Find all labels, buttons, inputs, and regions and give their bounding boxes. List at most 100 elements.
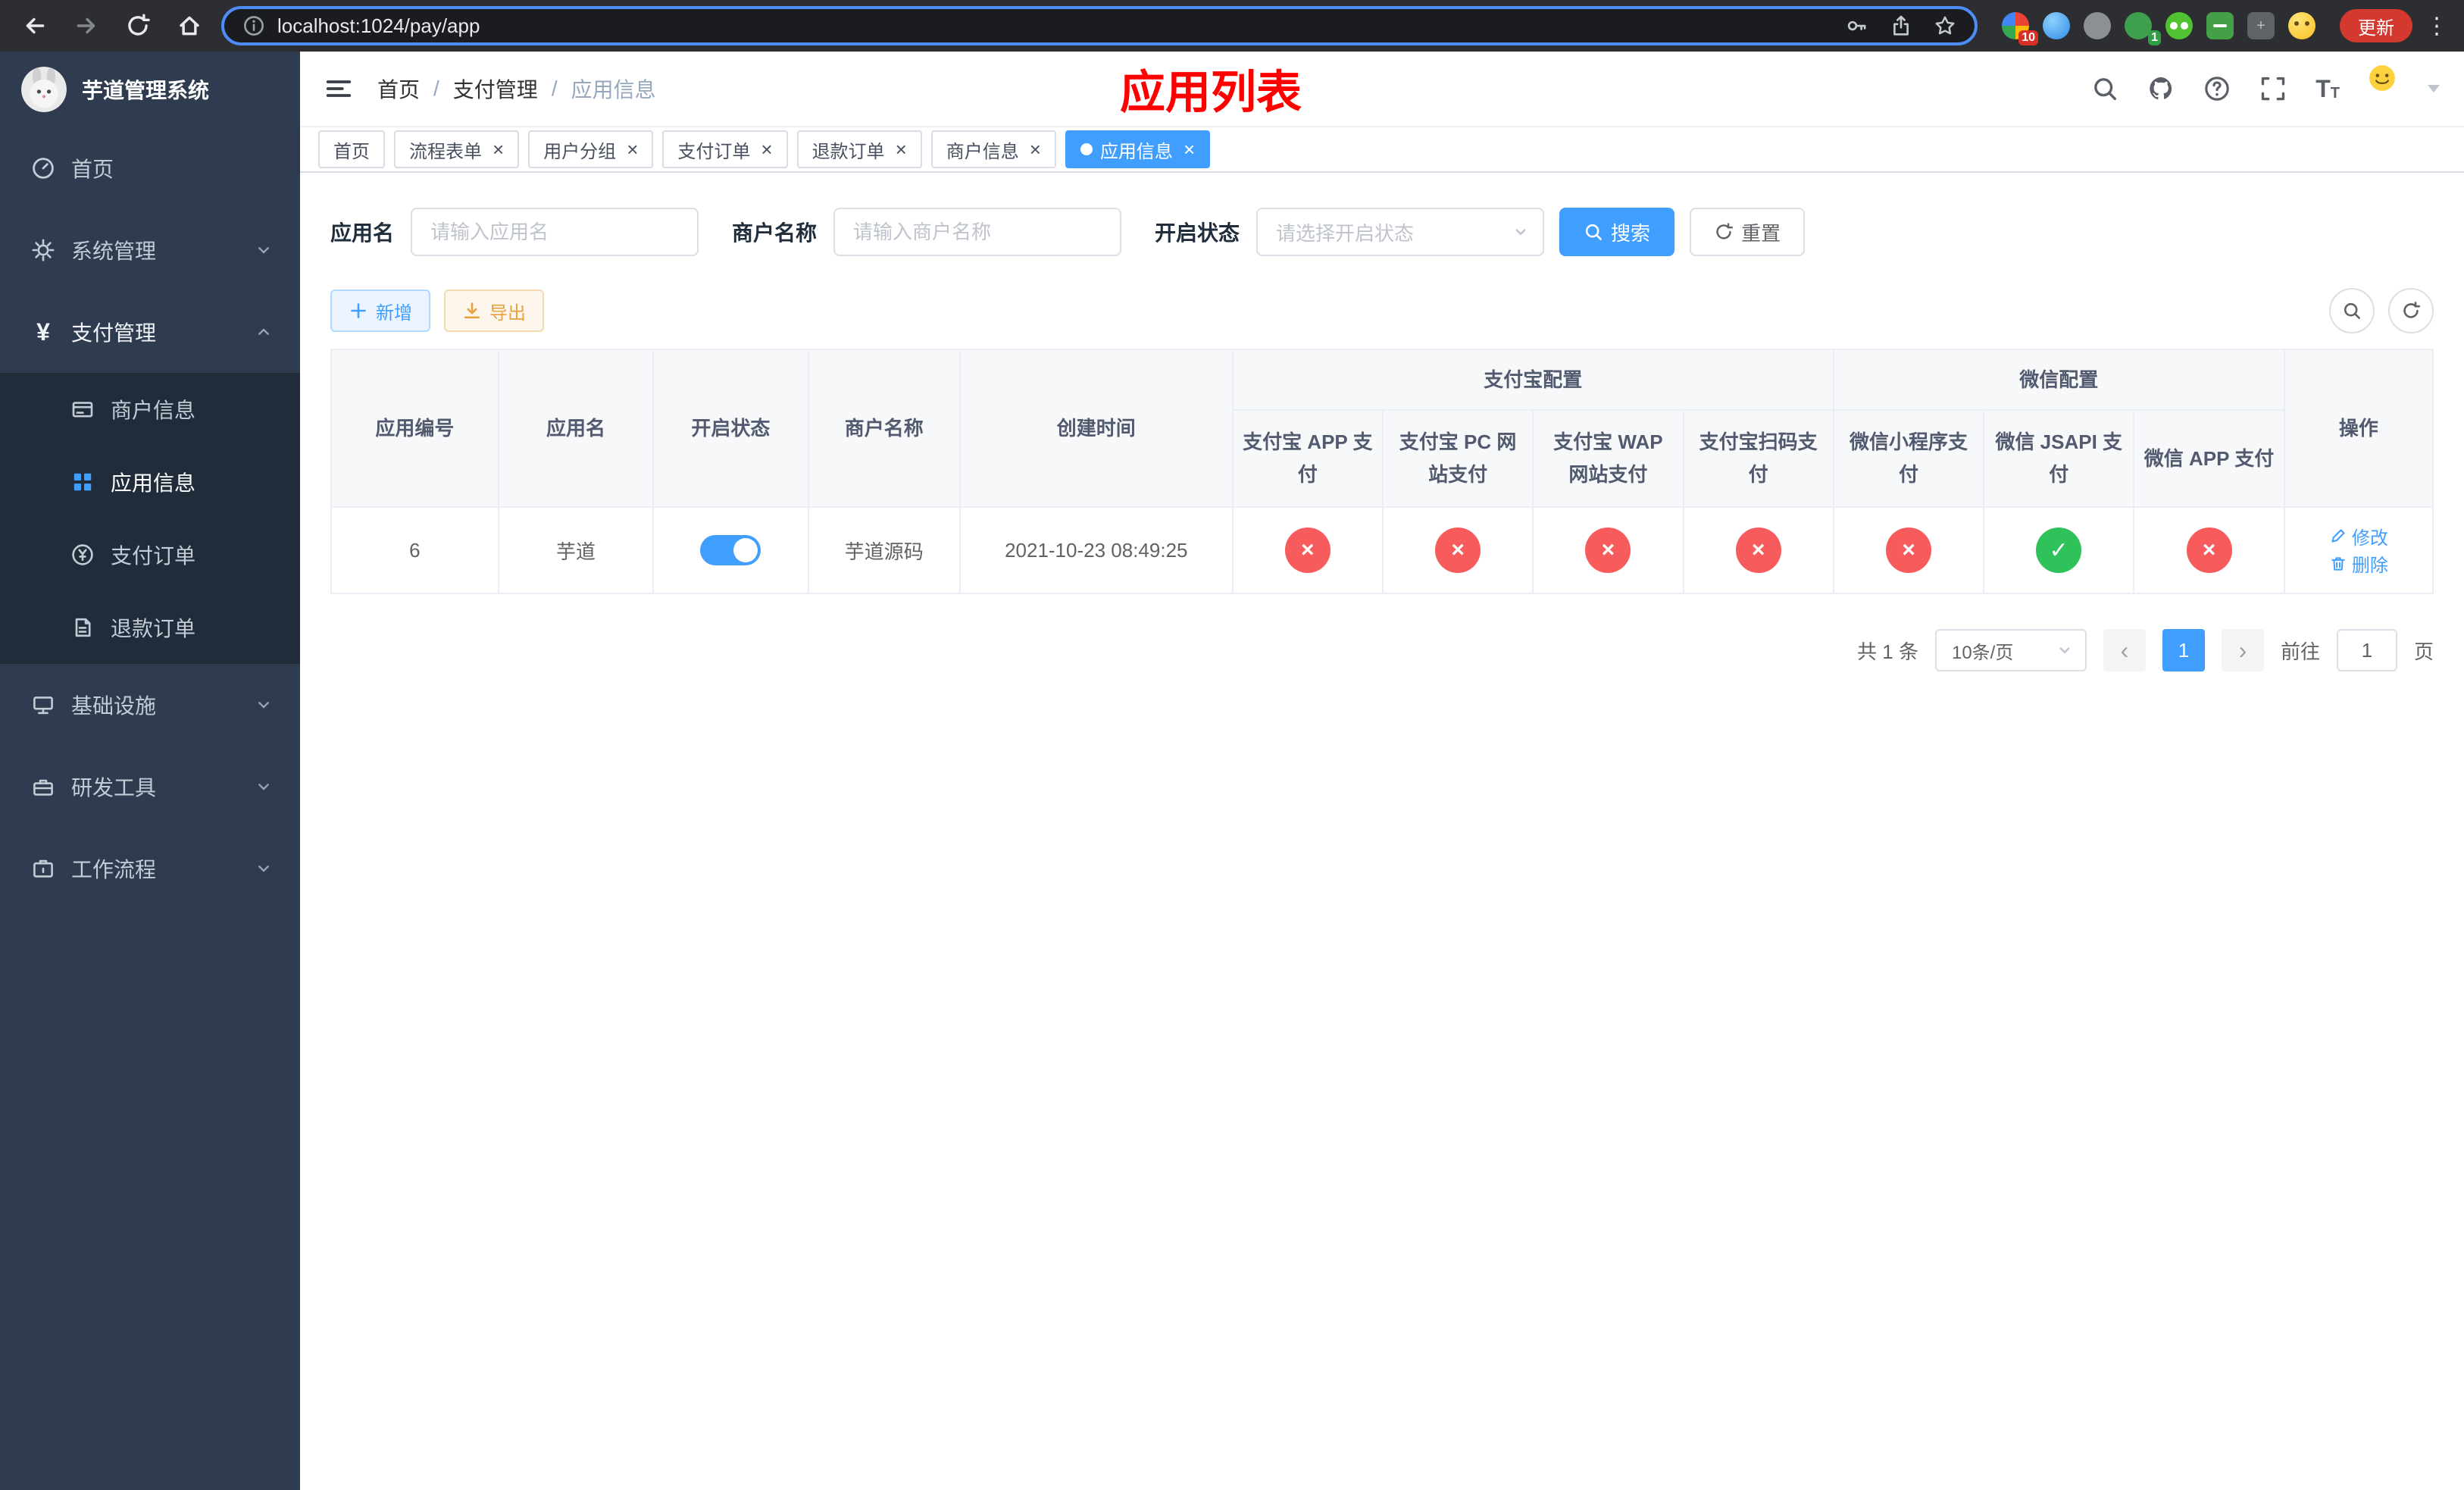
close-icon[interactable]: × <box>761 139 772 159</box>
close-icon[interactable]: × <box>896 139 907 159</box>
sidebar-item-system[interactable]: 系统管理 <box>0 209 300 291</box>
col-header: 支付宝 PC 网站支付 <box>1381 409 1534 508</box>
search-icon[interactable] <box>2091 75 2118 102</box>
page-content: 应用名 商户名称 开启状态 请选择开启状态 搜索 <box>300 173 2464 1490</box>
goto-page-input[interactable] <box>2336 629 2397 671</box>
home-icon[interactable] <box>170 6 209 45</box>
extension-icon[interactable]: 10 <box>2002 12 2038 45</box>
close-icon[interactable]: × <box>1030 139 1041 159</box>
extension-icon[interactable]: 1 <box>2125 12 2161 45</box>
extension-icon[interactable] <box>2043 12 2070 39</box>
sidebar-item-home[interactable]: 首页 <box>0 127 300 209</box>
sidebar-item-infra[interactable]: 基础设施 <box>0 664 300 746</box>
user-menu[interactable] <box>2369 64 2440 113</box>
refresh-button[interactable] <box>2388 288 2434 333</box>
col-header: 开启状态 <box>652 349 809 508</box>
wechat-mini-status-icon: × <box>1885 527 1931 573</box>
wechat-app-status-icon: × <box>2186 527 2232 573</box>
status-select[interactable]: 请选择开启状态 <box>1256 208 1545 256</box>
payment-submenu: 商户信息 应用信息 支付订单 退款订单 <box>0 373 300 664</box>
table-toolbar: 新增 导出 <box>330 288 2434 333</box>
next-page-button[interactable]: › <box>2221 629 2264 671</box>
github-icon[interactable] <box>2147 75 2175 102</box>
app-name-input[interactable] <box>411 208 699 256</box>
gear-icon <box>30 237 56 263</box>
app-title: 芋道管理系统 <box>82 79 210 102</box>
avatar <box>2369 64 2417 113</box>
help-icon[interactable] <box>2203 75 2231 102</box>
close-icon[interactable]: × <box>1184 139 1195 159</box>
col-header: 商户名称 <box>807 349 961 508</box>
collapse-sidebar-icon[interactable] <box>324 74 353 103</box>
tab-item[interactable]: 应用信息 × <box>1065 130 1211 168</box>
tab-item[interactable]: 首页× <box>318 130 385 168</box>
reset-button[interactable]: 重置 <box>1690 208 1806 256</box>
alipay-wap-status-icon: × <box>1585 527 1631 573</box>
breadcrumb: 首页 / 支付管理 / 应用信息 <box>377 74 656 104</box>
extension-icon[interactable] <box>2084 12 2111 39</box>
col-header: 微信小程序支付 <box>1832 409 1985 508</box>
sidebar-item-app-info[interactable]: 应用信息 <box>0 446 300 518</box>
chevron-down-icon <box>255 241 273 259</box>
edit-link[interactable]: 修改 <box>2329 523 2388 549</box>
cell-created-at: 2021-10-23 08:49:25 <box>958 506 1234 594</box>
sidebar-logo[interactable]: 芋道管理系统 <box>0 52 300 127</box>
alipay-app-status-icon: × <box>1284 527 1330 573</box>
merchant-name-input[interactable] <box>833 208 1122 256</box>
sidebar-item-workflow[interactable]: 工作流程 <box>0 828 300 909</box>
col-header: 支付宝 APP 支付 <box>1231 409 1384 508</box>
status-toggle[interactable] <box>700 535 761 565</box>
tab-item[interactable]: 商户信息 × <box>930 130 1056 168</box>
tab-item[interactable]: 用户分组 × <box>528 130 654 168</box>
pagination: 共 1 条 10条/页 ‹ 1 › 前往 页 <box>330 629 2434 671</box>
col-header-actions: 操作 <box>2283 349 2434 508</box>
tab-item[interactable]: 支付订单 × <box>662 130 788 168</box>
workflow-icon <box>30 856 56 881</box>
close-icon[interactable]: × <box>492 139 504 159</box>
add-button[interactable]: 新增 <box>330 290 430 332</box>
forward-icon[interactable] <box>67 6 106 45</box>
delete-link[interactable]: 删除 <box>2329 550 2388 577</box>
sidebar-item-payment[interactable]: ¥ 支付管理 <box>0 291 300 373</box>
sidebar: 芋道管理系统 首页 系统管理 ¥ 支付管理 商户信息 应用信息 支付订单 退款订… <box>0 52 300 1490</box>
breadcrumb-home[interactable]: 首页 <box>377 74 420 104</box>
back-icon[interactable] <box>15 6 55 45</box>
close-icon[interactable]: × <box>627 139 638 159</box>
browser-update-button[interactable]: 更新 <box>2340 9 2412 42</box>
sidebar-item-devtools[interactable]: 研发工具 <box>0 746 300 828</box>
merchant-name-label: 商户名称 <box>732 221 818 245</box>
bookmark-star-icon[interactable] <box>1934 14 1956 37</box>
password-key-icon[interactable] <box>1846 14 1868 37</box>
site-info-icon[interactable] <box>242 14 265 37</box>
sidebar-item-refund-orders[interactable]: 退款订单 <box>0 591 300 664</box>
breadcrumb-payment[interactable]: 支付管理 <box>453 74 538 104</box>
puzzle-extension-icon[interactable]: + <box>2247 12 2275 39</box>
wechat-extension-icon[interactable] <box>2165 12 2193 39</box>
page-size-select[interactable]: 10条/页 <box>1934 629 2087 671</box>
pay-order-icon <box>70 542 95 568</box>
tab-item[interactable]: 流程表单 × <box>394 130 520 168</box>
extension-icon[interactable] <box>2206 12 2234 39</box>
tab-item[interactable]: 退款订单 × <box>796 130 922 168</box>
page-number-button[interactable]: 1 <box>2162 629 2205 671</box>
font-size-icon[interactable]: TT <box>2315 77 2340 101</box>
toolbox-icon <box>30 774 56 800</box>
toggle-search-button[interactable] <box>2329 288 2375 333</box>
sidebar-item-pay-orders[interactable]: 支付订单 <box>0 518 300 591</box>
export-button[interactable]: 导出 <box>444 290 544 332</box>
emoji-extension-icon[interactable] <box>2288 12 2315 39</box>
fullscreen-icon[interactable] <box>2259 75 2287 102</box>
prev-page-button[interactable]: ‹ <box>2103 629 2146 671</box>
share-icon[interactable] <box>1890 14 1912 37</box>
cell-app-id: 6 <box>330 506 499 594</box>
address-bar[interactable]: localhost:1024/pay/app <box>221 6 1978 45</box>
col-header: 应用名 <box>497 349 655 508</box>
browser-menu-icon[interactable]: ⋮ <box>2425 13 2449 39</box>
extension-badge: 1 <box>2148 30 2161 45</box>
search-button[interactable]: 搜索 <box>1559 208 1675 256</box>
search-form: 应用名 商户名称 开启状态 请选择开启状态 搜索 <box>330 208 2434 256</box>
col-header: 微信 JSAPI 支付 <box>1983 409 2135 508</box>
sidebar-menu: 首页 系统管理 ¥ 支付管理 商户信息 应用信息 支付订单 退款订单 基础设施 … <box>0 127 300 909</box>
sidebar-item-merchant-info[interactable]: 商户信息 <box>0 373 300 446</box>
reload-icon[interactable] <box>118 6 158 45</box>
